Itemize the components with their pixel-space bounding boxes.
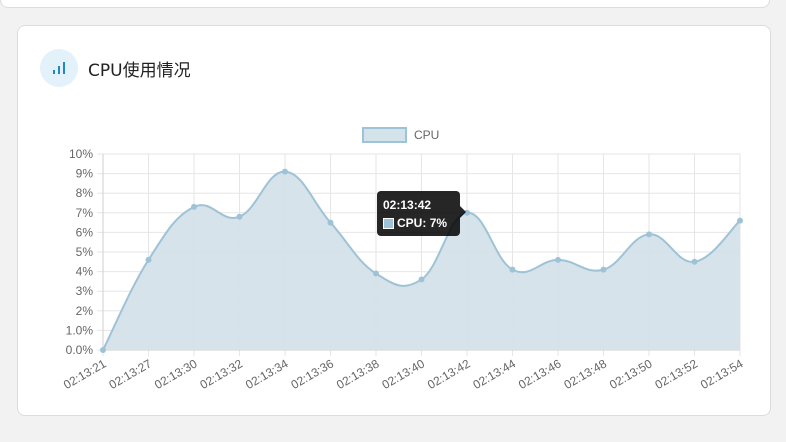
- x-tick-label: 02:13:44: [471, 356, 519, 392]
- cpu-data-point: [646, 231, 652, 238]
- y-tick-label: 1.0%: [66, 323, 94, 337]
- cpu-data-point: [737, 217, 743, 224]
- x-tick-label: 02:13:42: [425, 356, 473, 392]
- tooltip-swatch: [383, 217, 394, 229]
- y-tick-label: 0.0%: [66, 343, 94, 357]
- tooltip-title: 02:13:42: [383, 198, 432, 212]
- x-tick-label: 02:13:46: [516, 356, 564, 392]
- x-tick-label: 02:13:36: [289, 356, 337, 392]
- tooltip-separator: :: [422, 216, 430, 230]
- legend-swatch: [362, 127, 407, 143]
- legend-label: CPU: [414, 128, 439, 142]
- x-tick-label: 02:13:21: [61, 356, 109, 392]
- chart-tooltip: 02:13:42 CPU: 7%: [377, 191, 460, 236]
- x-tick-label: 02:13:54: [698, 356, 746, 392]
- y-tick-label: 10%: [69, 147, 93, 161]
- x-tick-label: 02:13:50: [607, 356, 655, 392]
- tooltip-value: 7%: [429, 216, 448, 230]
- cpu-data-point: [509, 266, 516, 273]
- cpu-data-point: [191, 203, 197, 210]
- y-tick-label: 9%: [76, 167, 94, 181]
- cpu-data-point: [282, 168, 288, 175]
- cpu-data-point: [600, 266, 607, 273]
- x-tick-label: 02:13:40: [380, 356, 428, 392]
- y-tick-label: 7%: [76, 206, 94, 220]
- cpu-data-point: [555, 256, 561, 263]
- y-tick-label: 3%: [76, 284, 94, 298]
- cpu-data-point: [691, 258, 698, 265]
- x-tick-label: 02:13:52: [653, 356, 701, 392]
- y-tick-label: 4%: [76, 265, 94, 279]
- y-tick-label: 5%: [76, 245, 94, 259]
- x-tick-label: 02:13:30: [152, 356, 200, 392]
- y-tick-label: 6%: [76, 225, 94, 239]
- y-tick-label: 8%: [76, 186, 94, 200]
- cpu-data-point: [327, 219, 334, 226]
- x-tick-label: 02:13:48: [562, 356, 610, 392]
- cpu-data-point: [373, 270, 379, 277]
- x-tick-label: 02:13:38: [334, 356, 382, 392]
- x-tick-label: 02:13:34: [243, 356, 291, 392]
- x-tick-label: 02:13:32: [198, 356, 246, 392]
- cpu-data-point: [236, 213, 243, 220]
- tooltip-row: CPU: 7%: [383, 214, 454, 232]
- x-tick-label: 02:13:27: [107, 356, 155, 392]
- cpu-data-point: [418, 276, 425, 283]
- y-tick-label: 2%: [76, 304, 94, 318]
- cpu-data-point: [100, 347, 106, 353]
- tooltip-series: CPU: [397, 216, 423, 230]
- cpu-data-point: [145, 256, 152, 263]
